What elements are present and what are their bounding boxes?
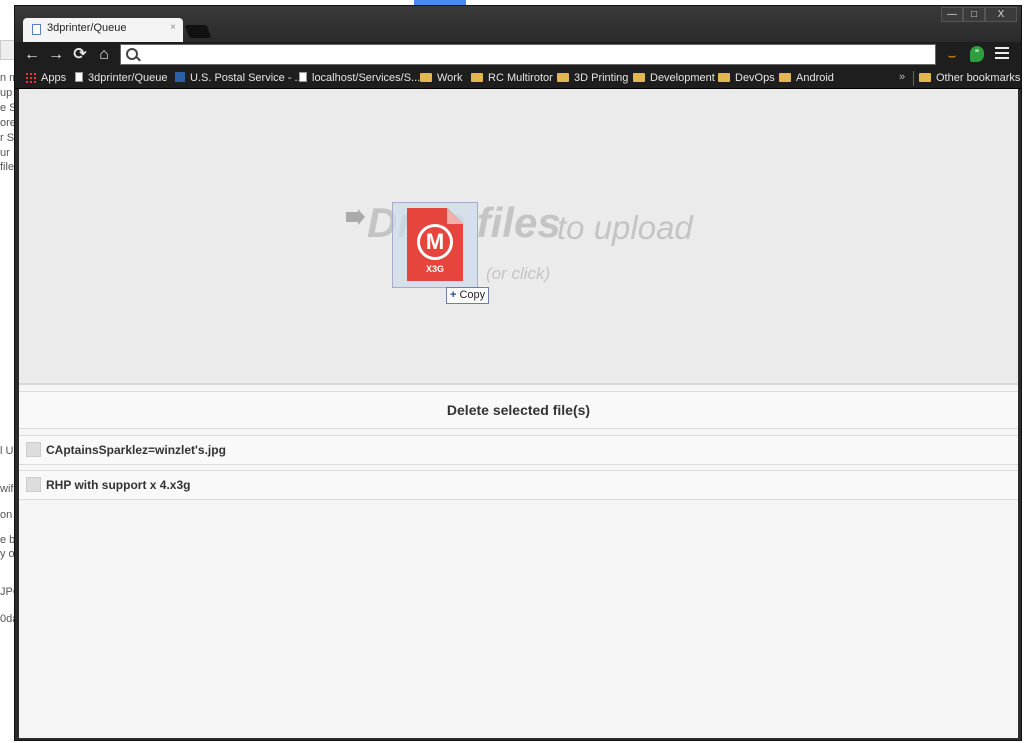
amazon-extension-icon[interactable]: ⌣ — [944, 47, 960, 63]
back-button[interactable]: ← — [22, 45, 42, 65]
bookmarks-bar: Apps 3dprinter/Queue U.S. Postal Service… — [15, 68, 1021, 89]
address-bar[interactable] — [120, 44, 936, 65]
page-content: Drop files to upload (or click) M X3G +C… — [19, 89, 1018, 738]
maximize-button[interactable]: □ — [963, 7, 985, 22]
background-text: r S — [0, 132, 15, 144]
bookmarks-divider — [913, 71, 914, 86]
folder-icon — [779, 72, 791, 82]
browser-window: — □ X 3dprinter/Queue × ← → ⟳ ⌂ ⌣ " Apps… — [14, 5, 1022, 741]
minimize-button[interactable]: — — [941, 7, 963, 22]
folder-icon — [420, 72, 432, 82]
file-fold-corner — [447, 208, 463, 224]
background-text: on — [0, 509, 13, 521]
bookmark-apps[interactable]: Apps — [25, 71, 66, 85]
file-checkbox[interactable] — [26, 477, 41, 492]
makerbot-logo-icon: M — [417, 224, 453, 260]
arrow-right-icon — [346, 209, 365, 225]
folder-icon — [633, 72, 645, 82]
folder-icon — [471, 72, 483, 82]
background-text: l U — [0, 445, 14, 457]
bookmark-folder-development[interactable]: Development — [633, 71, 715, 85]
reload-button[interactable]: ⟳ — [70, 45, 90, 65]
folder-icon — [718, 72, 730, 82]
forward-button[interactable]: → — [46, 45, 66, 65]
dropzone-sub-text: to upload — [557, 209, 693, 246]
upload-dropzone[interactable]: Drop files to upload (or click) M X3G +C… — [19, 89, 1018, 385]
file-checkbox[interactable] — [26, 442, 41, 457]
file-type-label: X3G — [425, 264, 444, 274]
tab-title: 3dprinter/Queue — [47, 22, 127, 34]
dragged-file-preview: M X3G — [392, 202, 478, 288]
bookmark-folder-3d-printing[interactable]: 3D Printing — [557, 71, 628, 85]
file-name: CAptainsSparklez=winzlet's.jpg — [46, 443, 226, 457]
bookmarks-overflow-button[interactable]: » — [899, 71, 905, 83]
page-icon — [32, 24, 41, 35]
tab-3dprinter-queue[interactable]: 3dprinter/Queue × — [23, 18, 183, 42]
usps-icon — [175, 72, 185, 83]
file-row[interactable]: CAptainsSparklez=winzlet's.jpg — [19, 435, 1018, 465]
bookmark-folder-rc-multirotor[interactable]: RC Multirotor — [471, 71, 553, 85]
search-icon — [126, 48, 138, 60]
bookmark-folder-android[interactable]: Android — [779, 71, 834, 85]
drag-copy-tooltip: + Copy — [446, 287, 490, 304]
dropzone-click-hint: (or click) — [486, 264, 551, 283]
folder-icon — [919, 72, 931, 82]
apps-icon — [25, 71, 36, 83]
hangouts-extension-icon[interactable]: " — [970, 46, 984, 62]
close-window-button[interactable]: X — [985, 7, 1017, 22]
omnibox-input[interactable] — [143, 47, 927, 64]
page-icon — [75, 72, 83, 83]
file-row[interactable]: RHP with support x 4.x3g — [19, 470, 1018, 500]
bookmark-folder-work[interactable]: Work — [420, 71, 462, 85]
plus-icon: + — [450, 289, 457, 301]
delete-selected-button[interactable]: Delete selected file(s) — [19, 392, 1018, 428]
folder-icon — [557, 72, 569, 82]
close-icon[interactable]: × — [170, 22, 176, 33]
home-button[interactable]: ⌂ — [94, 45, 114, 65]
bookmark-localhost-services[interactable]: localhost/Services/S... — [299, 71, 420, 85]
new-tab-button[interactable] — [184, 25, 212, 38]
bookmark-other-bookmarks[interactable]: Other bookmarks — [919, 71, 1020, 85]
background-text: ur — [0, 147, 10, 159]
navigation-toolbar: ← → ⟳ ⌂ ⌣ " — [15, 42, 1021, 68]
bookmark-3dprinter-queue[interactable]: 3dprinter/Queue — [75, 71, 168, 85]
file-name: RHP with support x 4.x3g — [46, 478, 191, 492]
menu-icon[interactable] — [995, 47, 1009, 61]
title-bar: — □ X 3dprinter/Queue × — [15, 6, 1021, 42]
bookmark-usps[interactable]: U.S. Postal Service - ... — [175, 71, 304, 85]
delete-bar: Delete selected file(s) — [19, 391, 1018, 429]
bookmark-folder-devops[interactable]: DevOps — [718, 71, 775, 85]
page-icon — [299, 72, 307, 83]
